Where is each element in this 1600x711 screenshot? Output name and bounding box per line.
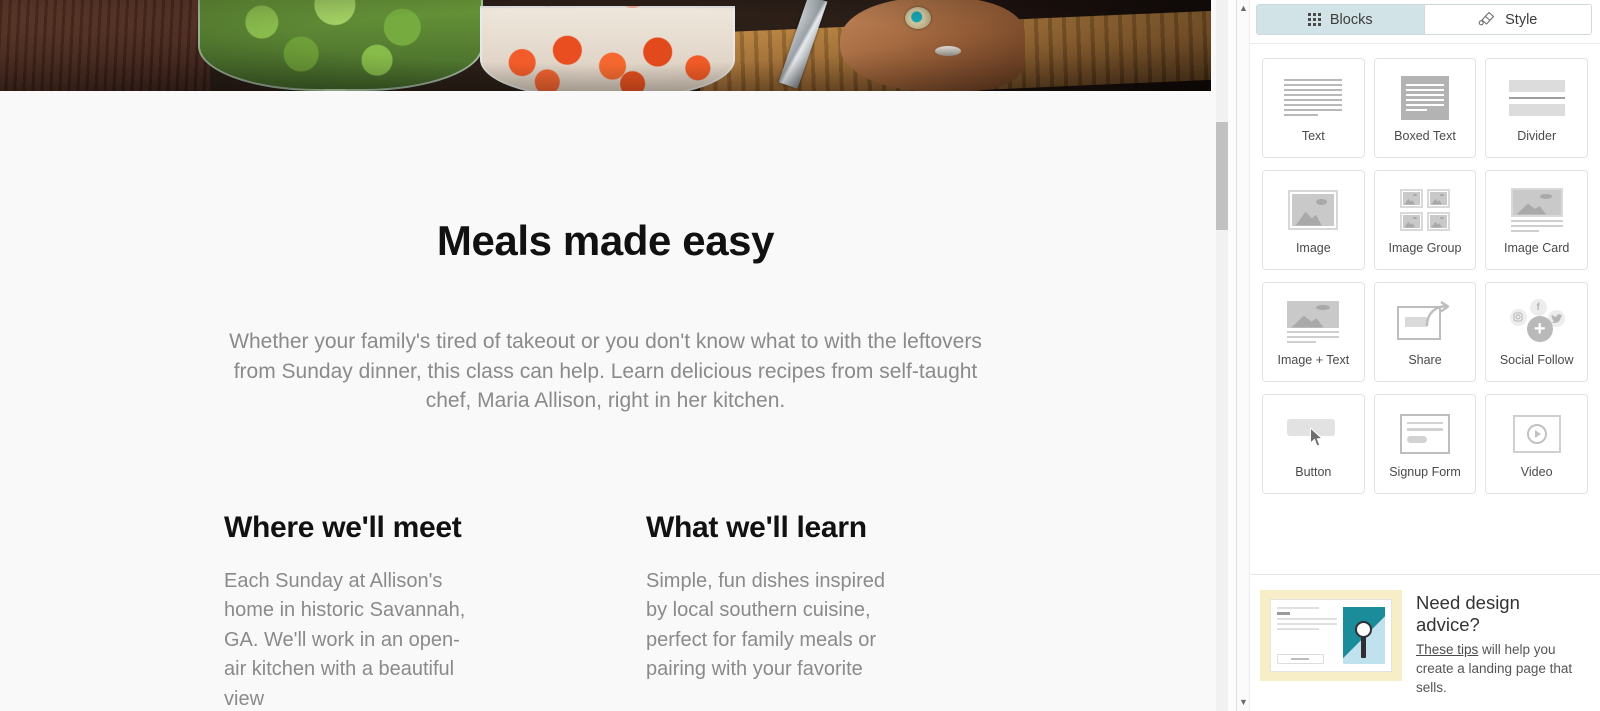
block-label: Video [1520, 464, 1553, 479]
tab-style-label: Style [1505, 11, 1538, 28]
block-image-text[interactable]: Image + Text [1262, 282, 1365, 382]
column-title[interactable]: What we'll learn [646, 511, 896, 545]
signup-form-icon [1394, 410, 1456, 458]
design-advice-promo: Need design advice? These tips will help… [1250, 574, 1600, 711]
promo-thumbnail [1260, 590, 1402, 681]
block-label: Image [1295, 240, 1331, 255]
page-headline[interactable]: Meals made easy [0, 217, 1211, 265]
promo-preview-card [1270, 599, 1392, 672]
promo-preview-text [1277, 607, 1337, 664]
promo-preview-photo [1343, 607, 1385, 664]
design-tips-link[interactable]: These tips [1416, 642, 1478, 657]
page-intro-paragraph[interactable]: Whether your family's tired of takeout o… [226, 327, 986, 416]
block-label: Image Group [1388, 240, 1462, 255]
social-follow-icon: f + [1506, 298, 1568, 346]
block-share[interactable]: Share [1373, 282, 1477, 382]
watch-band-icon [1361, 636, 1366, 658]
panel-tabs: Blocks Style [1256, 4, 1592, 35]
column-title[interactable]: Where we'll meet [224, 511, 474, 545]
share-arrow-icon [1394, 298, 1456, 346]
image-icon [1282, 186, 1344, 234]
block-image-card[interactable]: Image Card [1485, 170, 1588, 270]
block-divider[interactable]: Divider [1485, 58, 1588, 158]
panel-scrollbar[interactable]: ▲ ▼ [1237, 0, 1250, 711]
promo-body: These tips will help you create a landin… [1416, 640, 1586, 697]
scroll-up-arrow-icon[interactable]: ▲ [1239, 4, 1248, 13]
block-label: Signup Form [1389, 464, 1461, 479]
block-signup-form[interactable]: Signup Form [1373, 394, 1477, 494]
block-label: Image + Text [1277, 352, 1350, 367]
promo-preview-button [1277, 654, 1324, 664]
block-label: Share [1408, 352, 1442, 367]
scroll-down-arrow-icon[interactable]: ▼ [1239, 698, 1248, 707]
canvas-scrollbar[interactable] [1216, 0, 1228, 711]
block-video[interactable]: Video [1485, 394, 1588, 494]
column-what-we-learn[interactable]: What we'll learn Simple, fun dishes insp… [646, 511, 896, 711]
block-label: Button [1295, 464, 1332, 479]
video-play-icon [1506, 410, 1568, 458]
divider-icon [1506, 74, 1568, 122]
canvas-right-gutter [1228, 0, 1236, 711]
editor-window: Meals made easy Whether your family's ti… [0, 0, 1600, 711]
image-text-icon [1282, 298, 1344, 346]
panel-content: Blocks Style Text Boxed Text Divider Ima… [1250, 0, 1600, 711]
landing-page-preview[interactable]: Meals made easy Whether your family's ti… [0, 0, 1211, 711]
tab-blocks[interactable]: Blocks [1257, 5, 1424, 34]
block-label: Divider [1517, 128, 1557, 143]
page-content: Meals made easy Whether your family's ti… [0, 217, 1211, 711]
block-label: Social Follow [1499, 352, 1574, 367]
promo-copy: Need design advice? These tips will help… [1416, 590, 1586, 697]
grid-dots-icon [1307, 13, 1321, 26]
image-group-icon [1394, 186, 1456, 234]
column-text[interactable]: Each Sunday at Allison's home in histori… [224, 567, 474, 711]
paintbrush-icon [1478, 10, 1496, 30]
page-canvas[interactable]: Meals made easy Whether your family's ti… [0, 0, 1236, 711]
block-label: Text [1301, 128, 1325, 143]
block-image[interactable]: Image [1262, 170, 1365, 270]
blocks-grid: Text Boxed Text Divider Image Image Grou… [1250, 44, 1600, 494]
promo-title: Need design advice? [1416, 592, 1520, 635]
button-cursor-icon [1282, 410, 1344, 458]
block-boxed-text[interactable]: Boxed Text [1373, 58, 1477, 158]
tab-style[interactable]: Style [1423, 5, 1591, 34]
instagram-icon [1509, 308, 1527, 326]
block-text[interactable]: Text [1262, 58, 1365, 158]
image-card-icon [1506, 186, 1568, 234]
two-column-section: Where we'll meet Each Sunday at Allison'… [0, 511, 1211, 711]
blocks-list: Text Boxed Text Divider Image Image Grou… [1250, 44, 1600, 574]
block-label: Image Card [1504, 240, 1570, 255]
block-button[interactable]: Button [1262, 394, 1365, 494]
block-social-follow[interactable]: f + Social Follow [1485, 282, 1588, 382]
text-lines-icon [1282, 74, 1344, 122]
blocks-panel: ▲ ▼ Blocks Style Text Boxed Text Divider… [1236, 0, 1600, 711]
block-image-group[interactable]: Image Group [1373, 170, 1477, 270]
hero-vignette [0, 0, 1211, 91]
boxed-text-icon [1394, 74, 1456, 122]
column-text[interactable]: Simple, fun dishes inspired by local sou… [646, 567, 896, 685]
canvas-scrollbar-thumb[interactable] [1216, 122, 1228, 230]
column-where-we-meet[interactable]: Where we'll meet Each Sunday at Allison'… [224, 511, 474, 711]
facebook-icon: f [1529, 298, 1547, 316]
tab-blocks-label: Blocks [1329, 11, 1373, 28]
plus-icon: + [1526, 315, 1553, 342]
hero-image[interactable] [0, 0, 1211, 91]
block-label: Boxed Text [1394, 128, 1456, 143]
